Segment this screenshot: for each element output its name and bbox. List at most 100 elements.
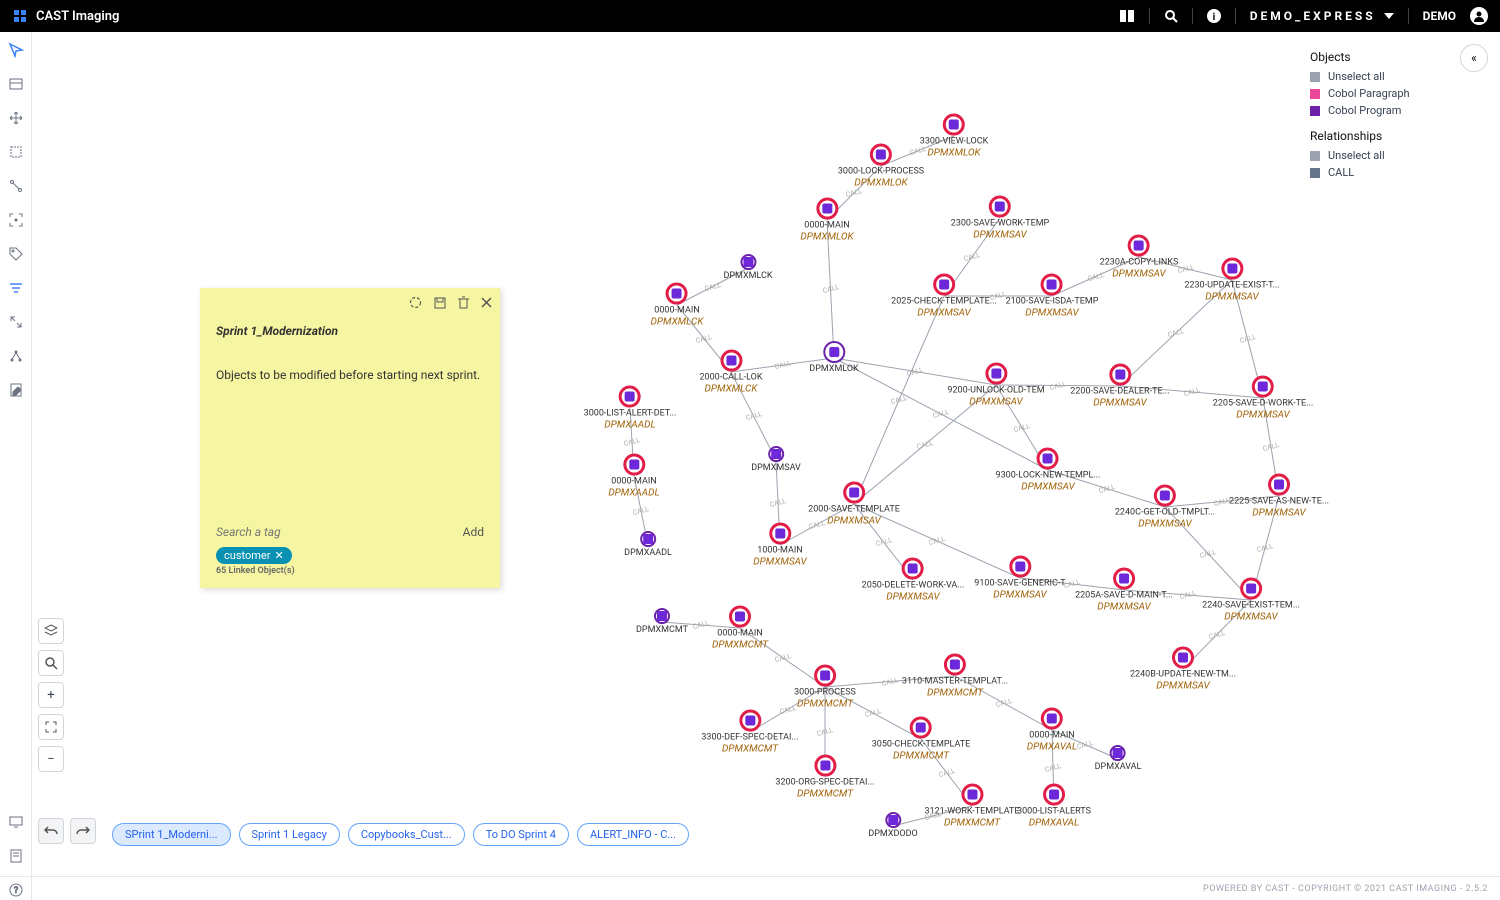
app-title: CAST Imaging bbox=[36, 9, 119, 24]
filter-tag[interactable]: ALERT_INFO - C... bbox=[577, 823, 689, 846]
graph-node[interactable]: 2025-CHECK-TEMPLATE...DPMXMSAV bbox=[891, 274, 997, 319]
edit-icon[interactable] bbox=[6, 380, 26, 400]
note-delete-icon[interactable] bbox=[458, 296, 469, 313]
graph-node[interactable]: 3000-LIST-ALERTSDPMXAVAL bbox=[1017, 784, 1091, 829]
hierarchy-icon[interactable] bbox=[6, 346, 26, 366]
edge-label: CALL bbox=[845, 187, 863, 199]
fit-button[interactable] bbox=[38, 714, 64, 740]
graph-node[interactable]: 9100-SAVE-GENERIC-TDPMXMSAV bbox=[974, 556, 1065, 601]
layout-icon[interactable] bbox=[6, 74, 26, 94]
graph-node[interactable]: 2100-SAVE-ISDA-TEMPDPMXMSAV bbox=[1006, 274, 1099, 319]
edge-label: CALL bbox=[769, 496, 787, 508]
navigate-icon[interactable] bbox=[6, 40, 26, 60]
legend-item[interactable]: Unselect all bbox=[1310, 149, 1480, 162]
graph-node[interactable]: 9300-LOCK-NEW-TEMPL...DPMXMSAV bbox=[996, 448, 1101, 493]
tag-icon[interactable] bbox=[6, 244, 26, 264]
search-button[interactable] bbox=[38, 650, 64, 676]
graph-node[interactable]: DPMXMLCK bbox=[723, 254, 772, 282]
note-tag-chip[interactable]: customer✕ bbox=[216, 547, 292, 564]
book-icon[interactable] bbox=[1119, 9, 1135, 23]
graph-node[interactable]: 0000-MAINDPMXAVAL bbox=[1027, 708, 1077, 753]
focus-icon[interactable] bbox=[6, 210, 26, 230]
note-close-icon[interactable] bbox=[481, 297, 492, 312]
avatar-icon[interactable] bbox=[1470, 7, 1488, 25]
graph-node[interactable]: 2230-UPDATE-EXIST-T...DPMXMSAV bbox=[1184, 258, 1279, 303]
graph-node[interactable]: 2240-SAVE-EXIST-TEM...DPMXMSAV bbox=[1202, 578, 1300, 623]
graph-node[interactable]: 3050-CHECK-TEMPLATEDPMXMCMT bbox=[872, 717, 971, 762]
footer: POWERED BY CAST - COPYRIGHT © 2021 CAST … bbox=[0, 876, 1500, 900]
graph-node[interactable]: 3000-PROCESSDPMXMCMT bbox=[794, 665, 856, 710]
filter-icon[interactable] bbox=[6, 278, 26, 298]
legend-item[interactable]: CALL bbox=[1310, 166, 1480, 179]
filter-tag[interactable]: Copybooks_Cust... bbox=[348, 823, 465, 846]
edge-label: CALL bbox=[932, 408, 950, 420]
graph-node[interactable]: 0000-MAINDPMXMLOK bbox=[800, 198, 853, 243]
graph-node[interactable]: 3110-MASTER-TEMPLAT...DPMXMCMT bbox=[902, 654, 1008, 699]
graph-node[interactable]: 2000-CALL-LOKDPMXMLCK bbox=[699, 350, 762, 395]
legend-item[interactable]: Unselect all bbox=[1310, 70, 1480, 83]
monitor-icon[interactable] bbox=[6, 812, 26, 832]
legend-item[interactable]: Cobol Program bbox=[1310, 104, 1480, 117]
graph-node[interactable]: DPMXMCMT bbox=[636, 608, 688, 636]
search-icon[interactable] bbox=[1164, 9, 1178, 23]
legend-item[interactable]: Cobol Paragraph bbox=[1310, 87, 1480, 100]
document-icon[interactable] bbox=[6, 846, 26, 866]
graph-node[interactable]: DPMXMSAV bbox=[751, 446, 801, 474]
note-body[interactable]: Objects to be modified before starting n… bbox=[216, 366, 484, 384]
edge-label: CALL bbox=[695, 332, 713, 344]
graph-node[interactable]: 3121-WORK-TEMPLATEDPMXMCMT bbox=[924, 784, 1019, 829]
edge-label: CALL bbox=[1176, 262, 1194, 274]
redo-button[interactable] bbox=[70, 818, 96, 844]
graph-node[interactable]: 2240C-GET-OLD-TMPLT...DPMXMSAV bbox=[1115, 485, 1215, 530]
path-icon[interactable] bbox=[6, 176, 26, 196]
graph-node[interactable]: 2230A-COPY-LINKSDPMXMSAV bbox=[1100, 235, 1179, 280]
graph-node[interactable]: 2205-SAVE-D-WORK-TE...DPMXMSAV bbox=[1213, 376, 1313, 421]
note-title: Sprint 1_Modernization bbox=[216, 324, 484, 338]
edge-label: CALL bbox=[916, 438, 934, 450]
note-refresh-icon[interactable] bbox=[409, 296, 422, 313]
edge-label: CALL bbox=[874, 536, 892, 548]
filter-tag[interactable]: Sprint 1 Legacy bbox=[239, 823, 340, 846]
graph-node[interactable]: 2205A-SAVE-D-MAIN-T...DPMXMSAV bbox=[1075, 568, 1173, 613]
graph-node[interactable]: 2200-SAVE-DEALER-TE...DPMXMSAV bbox=[1070, 364, 1169, 409]
edge-label: CALL bbox=[816, 726, 834, 738]
graph-node[interactable]: 9200-UNLOCK-OLD-TEMDPMXMSAV bbox=[947, 363, 1044, 408]
graph-node[interactable]: 3200-ORG-SPEC-DETAI...DPMXMCMT bbox=[775, 755, 874, 800]
graph-node[interactable]: 0000-MAINDPMXMLCK bbox=[651, 283, 704, 328]
filter-tag[interactable]: To DO Sprint 4 bbox=[473, 823, 569, 846]
edge-label: CALL bbox=[1167, 327, 1185, 339]
graph-node[interactable]: 3300-VIEW-LOCKDPMXMLOK bbox=[920, 114, 988, 159]
filter-tag[interactable]: SPrint 1_Moderni... bbox=[112, 823, 231, 846]
move-icon[interactable] bbox=[6, 108, 26, 128]
graph-node[interactable]: DPMXAADL bbox=[624, 531, 672, 559]
graph-node[interactable]: 2225-SAVE-AS-NEW-TE...DPMXMSAV bbox=[1229, 474, 1329, 519]
select-icon[interactable] bbox=[6, 142, 26, 162]
graph-node[interactable]: 0000-MAINDPMXAADL bbox=[608, 454, 659, 499]
graph-node[interactable]: DPMXDODO bbox=[868, 812, 917, 840]
undo-button[interactable] bbox=[38, 818, 64, 844]
graph-node[interactable]: 2300-SAVE-WORK-TEMPDPMXMSAV bbox=[951, 196, 1049, 241]
project-selector[interactable]: DEMO_EXPRESS bbox=[1250, 9, 1394, 23]
edge-label: CALL bbox=[1044, 762, 1062, 774]
expand-icon[interactable] bbox=[6, 312, 26, 332]
zoom-controls: + − bbox=[38, 618, 64, 772]
graph-node[interactable]: DPMXMLOK bbox=[809, 341, 858, 375]
note-add-tag-button[interactable]: Add bbox=[463, 525, 484, 539]
graph-node[interactable]: DPMXAVAL bbox=[1095, 745, 1142, 773]
zoom-out-button[interactable]: − bbox=[38, 746, 64, 772]
info-icon[interactable]: i bbox=[1207, 9, 1221, 23]
note-save-icon[interactable] bbox=[434, 297, 446, 313]
graph-node[interactable]: 1000-MAINDPMXMSAV bbox=[753, 523, 806, 568]
remove-tag-icon[interactable]: ✕ bbox=[274, 549, 283, 562]
note-tag-search-input[interactable] bbox=[216, 525, 356, 539]
edge-label: CALL bbox=[994, 697, 1012, 709]
graph-node[interactable]: 2240B-UPDATE-NEW-TM...DPMXMSAV bbox=[1130, 647, 1236, 692]
sticky-note[interactable]: Sprint 1_Modernization Objects to be mod… bbox=[200, 288, 500, 588]
zoom-in-button[interactable]: + bbox=[38, 682, 64, 708]
graph-node[interactable]: 3000-LIST-ALERT-DET...DPMXAADL bbox=[584, 386, 677, 431]
graph-node[interactable]: 2050-DELETE-WORK-VA...DPMXMSAV bbox=[862, 558, 965, 603]
edge-label: CALL bbox=[744, 410, 762, 422]
graph-node[interactable]: 0000-MAINDPMXMCMT bbox=[712, 606, 768, 651]
layers-button[interactable] bbox=[38, 618, 64, 644]
graph-node[interactable]: 3300-DEF-SPEC-DETAI...DPMXMCMT bbox=[701, 710, 798, 755]
